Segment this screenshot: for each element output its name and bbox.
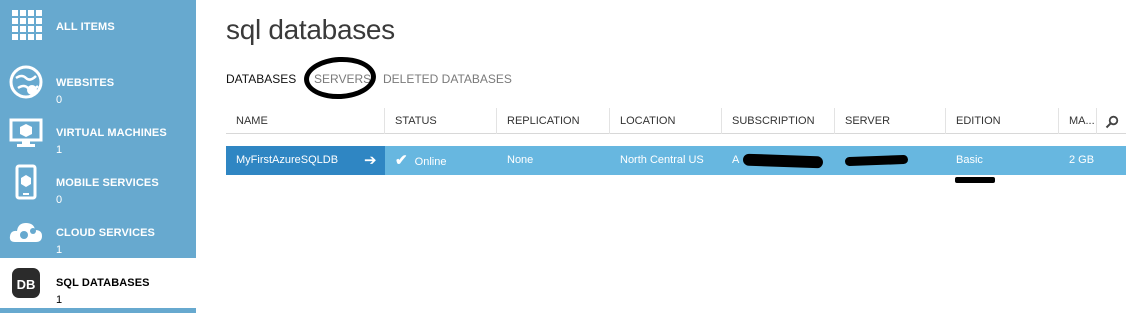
grid-icon xyxy=(12,10,42,40)
row-location-cell: North Central US xyxy=(620,154,704,166)
table-header: NAME STATUS REPLICATION LOCATION SUBSCRI… xyxy=(226,108,1126,134)
cloud-gear-icon xyxy=(9,223,42,242)
sidebar-item-sql-databases[interactable]: DB SQL DATABASES 1 xyxy=(0,258,196,308)
annotation-circle xyxy=(302,55,378,101)
row-edition-cell: Basic xyxy=(956,154,983,166)
sidebar-item-count: 0 xyxy=(56,194,63,206)
sidebar-item-label: WEBSITES xyxy=(56,77,115,89)
sidebar-item-cloud-services[interactable]: CLOUD SERVICES 1 xyxy=(0,208,196,258)
sidebar: ALL ITEMS WEBSITES 0 VIRTUAL MACHINES 1 … xyxy=(0,0,196,313)
column-header-name[interactable]: NAME xyxy=(226,108,385,134)
row-server-cell[interactable] xyxy=(835,146,845,175)
row-status-cell: ✔ Online xyxy=(385,146,446,175)
redaction-mark xyxy=(955,177,995,183)
globe-icon xyxy=(9,65,43,99)
column-header-status[interactable]: STATUS xyxy=(385,108,497,134)
column-header-subscription[interactable]: SUBSCRIPTION xyxy=(722,108,835,134)
sidebar-item-virtual-machines[interactable]: VIRTUAL MACHINES 1 xyxy=(0,108,196,158)
db-icon-text: DB xyxy=(17,277,36,292)
column-header-replication[interactable]: REPLICATION xyxy=(497,108,610,134)
sidebar-item-label: MOBILE SERVICES xyxy=(56,177,159,189)
db-icon: DB xyxy=(12,268,40,298)
sidebar-item-label: VIRTUAL MACHINES xyxy=(56,127,167,139)
row-name-cell[interactable]: MyFirstAzureSQLDB xyxy=(226,146,385,175)
sidebar-item-label: CLOUD SERVICES xyxy=(56,227,155,239)
row-subscription-cell: A xyxy=(732,154,740,166)
sidebar-item-count: 1 xyxy=(56,244,63,256)
row-replication-cell: None xyxy=(507,154,534,166)
tab-databases[interactable]: DATABASES xyxy=(226,72,296,86)
column-header-max-size[interactable]: MA... xyxy=(1059,108,1096,134)
check-icon: ✔ xyxy=(395,152,408,169)
table-search-button[interactable] xyxy=(1096,108,1126,134)
sidebar-item-all-items[interactable]: ALL ITEMS xyxy=(0,0,196,50)
redaction-mark xyxy=(742,153,824,169)
sidebar-item-count: 1 xyxy=(56,144,63,156)
table-row[interactable]: MyFirstAzureSQLDB ➔ ✔ Online None North … xyxy=(226,146,1126,175)
row-max-size-cell: 2 GB xyxy=(1069,154,1095,166)
phone-icon xyxy=(15,164,37,200)
database-name: MyFirstAzureSQLDB xyxy=(236,154,339,166)
sidebar-item-websites[interactable]: WEBSITES 0 xyxy=(0,58,196,108)
sidebar-item-count: 1 xyxy=(56,294,63,306)
page-title: sql databases xyxy=(226,14,395,45)
search-icon xyxy=(1105,115,1119,129)
redaction-mark xyxy=(844,154,909,167)
column-header-server[interactable]: SERVER xyxy=(835,108,946,134)
column-header-location[interactable]: LOCATION xyxy=(610,108,722,134)
arrow-right-icon[interactable]: ➔ xyxy=(364,146,377,175)
column-header-edition[interactable]: EDITION xyxy=(946,108,1059,134)
sidebar-item-mobile-services[interactable]: MOBILE SERVICES 0 xyxy=(0,158,196,208)
tab-deleted-databases[interactable]: DELETED DATABASES xyxy=(383,72,512,86)
monitor-icon xyxy=(9,118,43,147)
sidebar-item-label: SQL DATABASES xyxy=(56,277,150,289)
status-text: Online xyxy=(414,156,447,168)
sidebar-item-count: 0 xyxy=(56,94,63,106)
sidebar-item-label: ALL ITEMS xyxy=(56,21,115,33)
sidebar-bottom-bar xyxy=(0,308,196,313)
